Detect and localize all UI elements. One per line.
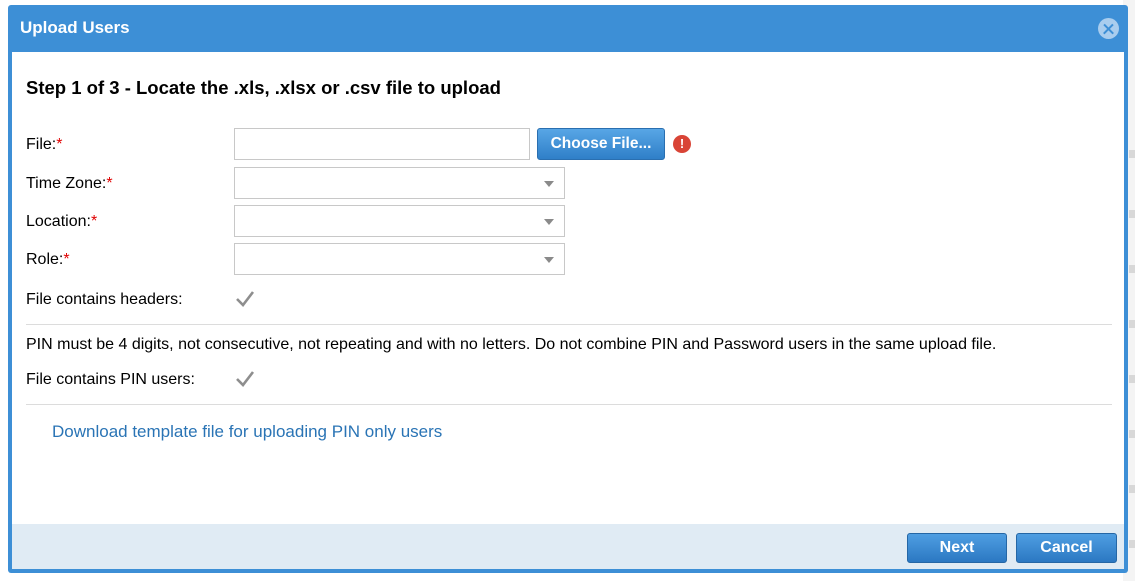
step-title: Step 1 of 3 - Locate the .xls, .xlsx or … [26,77,501,98]
required-marker: * [106,175,113,192]
pin-note: PIN must be 4 digits, not consecutive, n… [26,336,997,353]
role-select[interactable] [234,243,565,275]
chevron-down-icon [544,219,554,225]
timezone-select[interactable] [234,167,565,199]
required-marker: * [56,136,63,153]
headers-label: File contains headers: [26,291,183,308]
file-path-input[interactable] [234,128,530,160]
next-button[interactable]: Next [907,533,1007,563]
chevron-down-icon [544,257,554,263]
dialog-titlebar: Upload Users [8,5,1128,51]
dialog-body: Step 1 of 3 - Locate the .xls, .xlsx or … [12,52,1124,524]
pin-users-checkbox[interactable] [234,369,256,389]
chevron-down-icon [544,181,554,187]
pin-users-label: File contains PIN users: [26,371,195,388]
location-label: Location:* [26,213,98,230]
divider [26,324,1112,325]
divider [26,404,1112,405]
upload-users-dialog: Upload Users Step 1 of 3 - Locate the .x… [8,5,1128,573]
location-select[interactable] [234,205,565,237]
error-icon: ! [673,135,691,153]
close-icon[interactable] [1098,18,1119,39]
dialog-title: Upload Users [20,18,130,37]
file-label: File:* [26,136,63,153]
timezone-label: Time Zone:* [26,175,113,192]
required-marker: * [63,251,70,268]
required-marker: * [90,213,98,230]
dialog-footer: Next Cancel [12,524,1124,569]
role-label: Role:* [26,251,70,268]
choose-file-button[interactable]: Choose File... [537,128,665,160]
download-template-link[interactable]: Download template file for uploading PIN… [52,422,442,442]
cancel-button[interactable]: Cancel [1016,533,1117,563]
headers-checkbox[interactable] [234,289,256,309]
